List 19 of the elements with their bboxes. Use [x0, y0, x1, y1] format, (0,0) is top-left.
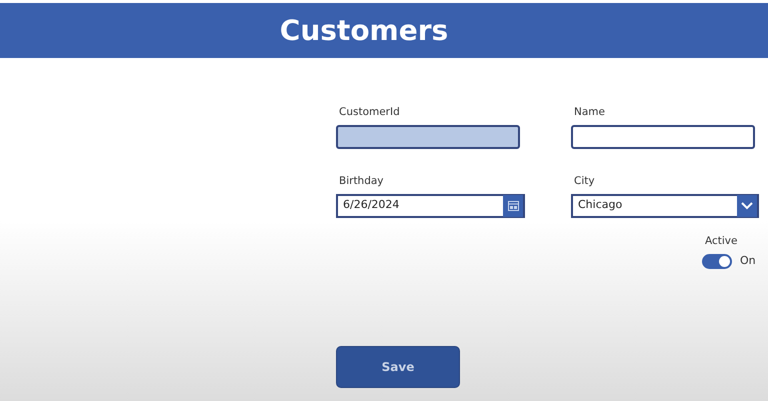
- input-field[interactable]: [336, 124, 520, 149]
- field-label: Birthday: [339, 174, 384, 189]
- dropdown-field[interactable]: Chicago: [571, 194, 759, 218]
- field-label: Name: [574, 105, 605, 120]
- dropdown-button[interactable]: [737, 194, 757, 216]
- chevron-down-icon: [741, 202, 753, 210]
- field-label: City: [574, 174, 595, 189]
- date-field[interactable]: 6/26/2024: [336, 194, 525, 218]
- field-value: Chicago: [578, 198, 622, 212]
- toggle-label: Active: [705, 234, 738, 248]
- field-label: CustomerId: [339, 105, 400, 120]
- toggle-state-text: On: [740, 253, 756, 270]
- calendar-icon: [508, 200, 518, 210]
- toggle-switch[interactable]: [702, 254, 732, 269]
- field-value: 6/26/2024: [343, 198, 400, 212]
- save-button[interactable]: Save: [336, 346, 460, 388]
- page-title: Customers: [280, 12, 448, 48]
- calendar-button[interactable]: [503, 194, 523, 216]
- input-field[interactable]: [571, 124, 755, 149]
